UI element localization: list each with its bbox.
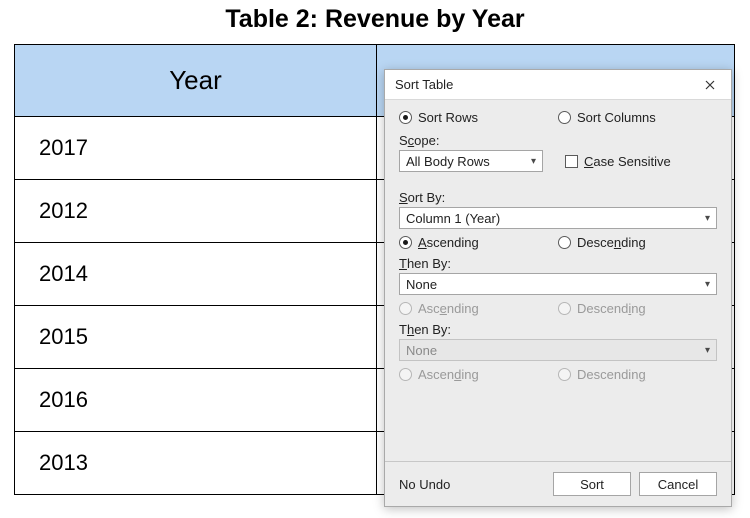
year-cell[interactable]: 2017 xyxy=(15,117,377,180)
select-value: All Body Rows xyxy=(406,154,490,169)
year-cell[interactable]: 2014 xyxy=(15,243,377,306)
sort-columns-radio[interactable]: Sort Columns xyxy=(558,110,717,125)
close-button[interactable] xyxy=(697,74,723,96)
chevron-down-icon: ▾ xyxy=(705,345,710,356)
radio-label: Descending xyxy=(577,367,646,382)
thenby1-label: Then By: xyxy=(399,256,717,271)
cancel-button[interactable]: Cancel xyxy=(639,472,717,496)
radio-label: Ascending xyxy=(418,235,479,250)
sort-rows-radio[interactable]: Sort Rows xyxy=(399,110,558,125)
radio-icon xyxy=(558,236,571,249)
dialog-title: Sort Table xyxy=(395,77,453,92)
radio-label: Sort Rows xyxy=(418,110,478,125)
sortby-ascending-radio[interactable]: Ascending xyxy=(399,235,558,250)
case-sensitive-checkbox[interactable]: Case Sensitive xyxy=(565,154,717,169)
thenby1-select[interactable]: None ▾ xyxy=(399,273,717,295)
thenby2-ascending-radio: Ascending xyxy=(399,367,558,382)
radio-icon xyxy=(399,111,412,124)
radio-icon xyxy=(558,368,571,381)
sort-table-dialog: Sort Table Sort Rows Sort Columns Scope:… xyxy=(384,69,732,507)
no-undo-label: No Undo xyxy=(399,477,545,492)
radio-label: Descending xyxy=(577,235,646,250)
thenby1-ascending-radio: Ascending xyxy=(399,301,558,316)
radio-label: Sort Columns xyxy=(577,110,656,125)
column-header-year[interactable]: Year xyxy=(15,45,377,117)
select-value: Column 1 (Year) xyxy=(406,211,500,226)
chevron-down-icon: ▾ xyxy=(705,279,710,290)
close-icon xyxy=(705,80,715,90)
year-cell[interactable]: 2012 xyxy=(15,180,377,243)
year-cell[interactable]: 2013 xyxy=(15,432,377,495)
thenby2-select: None ▾ xyxy=(399,339,717,361)
radio-icon xyxy=(399,368,412,381)
radio-icon xyxy=(399,302,412,315)
radio-icon xyxy=(558,302,571,315)
thenby2-label: Then By: xyxy=(399,322,717,337)
sortby-descending-radio[interactable]: Descending xyxy=(558,235,717,250)
scope-select[interactable]: All Body Rows ▾ xyxy=(399,150,543,172)
chevron-down-icon: ▾ xyxy=(705,213,710,224)
scope-label: Scope: xyxy=(399,133,717,148)
radio-label: Descending xyxy=(577,301,646,316)
sortby-label: Sort By: xyxy=(399,190,717,205)
checkbox-icon xyxy=(565,155,578,168)
thenby2-descending-radio: Descending xyxy=(558,367,717,382)
chevron-down-icon: ▾ xyxy=(531,156,536,167)
select-value: None xyxy=(406,343,437,358)
checkbox-label: Case Sensitive xyxy=(584,154,671,169)
thenby1-descending-radio: Descending xyxy=(558,301,717,316)
year-cell[interactable]: 2015 xyxy=(15,306,377,369)
select-value: None xyxy=(406,277,437,292)
year-cell[interactable]: 2016 xyxy=(15,369,377,432)
radio-label: Ascending xyxy=(418,301,479,316)
dialog-titlebar[interactable]: Sort Table xyxy=(385,70,731,100)
radio-icon xyxy=(399,236,412,249)
radio-label: Ascending xyxy=(418,367,479,382)
sortby-select[interactable]: Column 1 (Year) ▾ xyxy=(399,207,717,229)
sort-button[interactable]: Sort xyxy=(553,472,631,496)
page-title: Table 2: Revenue by Year xyxy=(0,5,750,34)
radio-icon xyxy=(558,111,571,124)
